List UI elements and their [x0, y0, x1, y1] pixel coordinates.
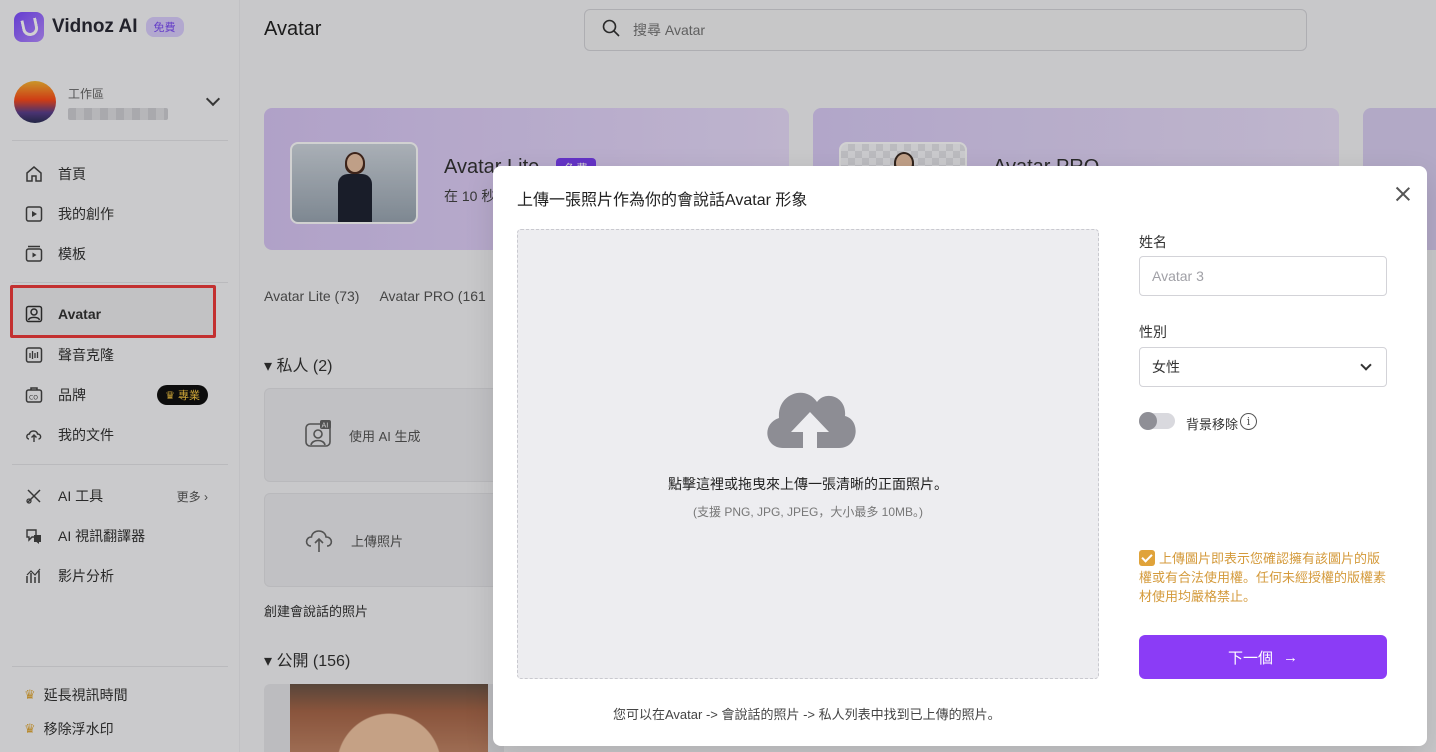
gender-selected-value: 女性: [1152, 359, 1180, 375]
name-label: 姓名: [1139, 234, 1167, 250]
dropzone-format-hint: (支援 PNG, JPG, JPEG，大小最多 10MB。): [692, 505, 924, 519]
toggle-knob: [1139, 412, 1157, 430]
next-button[interactable]: 下一個 →: [1139, 635, 1387, 679]
modal-title: 上傳一張照片作為你的會說話Avatar 形象: [517, 192, 808, 209]
chevron-down-icon: [1360, 359, 1372, 371]
uploaded-location-hint: 您可以在Avatar -> 會說話的照片 -> 私人列表中找到已上傳的照片。: [613, 707, 1001, 722]
consent-text: 上傳圖片即表示您確認擁有該圖片的版權或有合法使用權。任何未經授權的版權素材使用均…: [1139, 551, 1387, 604]
consent-checkbox[interactable]: [1139, 550, 1155, 566]
close-icon[interactable]: [1393, 184, 1413, 204]
copyright-consent: 上傳圖片即表示您確認擁有該圖片的版權或有合法使用權。任何未經授權的版權素材使用均…: [1139, 549, 1389, 606]
gender-select[interactable]: 女性: [1139, 347, 1387, 387]
dropzone-instruction: 點擊這裡或拖曳來上傳一張清晰的正面照片。: [668, 476, 948, 492]
gender-label: 性別: [1139, 324, 1167, 340]
info-icon[interactable]: i: [1240, 413, 1257, 430]
background-removal-label: 背景移除: [1186, 417, 1239, 432]
arrow-right-icon: →: [1283, 648, 1298, 666]
upload-cloud-icon: [767, 392, 856, 450]
upload-photo-modal: 上傳一張照片作為你的會說話Avatar 形象 點擊這裡或拖曳來上傳一張清晰的正面…: [493, 166, 1427, 746]
name-input[interactable]: [1139, 256, 1387, 296]
photo-dropzone[interactable]: 點擊這裡或拖曳來上傳一張清晰的正面照片。 (支援 PNG, JPG, JPEG，…: [517, 229, 1099, 679]
background-removal-toggle[interactable]: [1139, 412, 1175, 430]
